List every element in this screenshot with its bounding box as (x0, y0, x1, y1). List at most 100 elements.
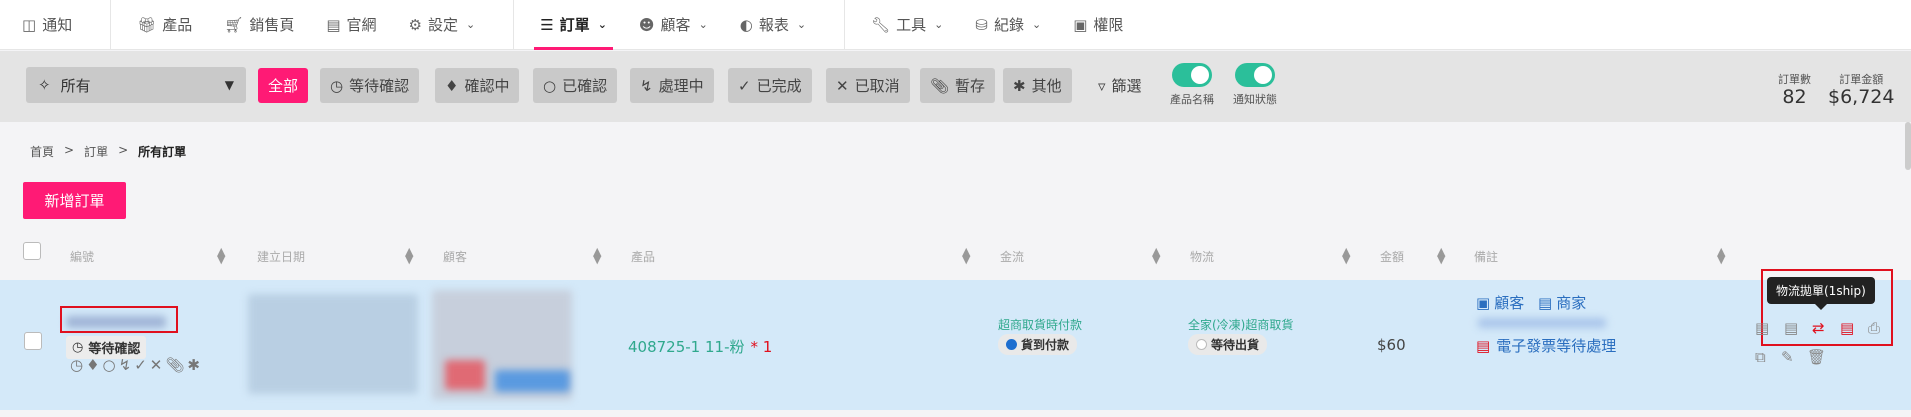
sort-icon[interactable]: ▲ ▼ (405, 246, 413, 265)
nav-item-reports[interactable]: ◐ 報表 ⌄ (724, 0, 822, 50)
note-merchant-link[interactable]: ▤ 商家 (1538, 292, 1586, 313)
product-name-toggle-group: 產品名稱 (1170, 63, 1214, 107)
circle-icon[interactable]: ○ (103, 356, 119, 374)
asterisk-icon[interactable]: ✱ (187, 356, 203, 374)
scope-value: 所有 (60, 76, 91, 95)
clipboard-icon: ▣ (1073, 15, 1088, 34)
column-header-created[interactable]: 建立日期 (257, 248, 305, 265)
invoice-status-link[interactable]: ▤ 電子發票等待處理 (1476, 335, 1616, 356)
cart-icon: 🛒︎ (224, 15, 244, 34)
row-checkbox[interactable] (24, 332, 42, 350)
bolt-icon[interactable]: ↯ (119, 356, 135, 374)
nav-item-permissions[interactable]: ▣ 權限 (1057, 0, 1139, 50)
sort-icon[interactable]: ▲ ▼ (593, 246, 601, 265)
nav-item-records[interactable]: ⛁ 紀錄 ⌄ (959, 0, 1057, 50)
filter-button-label: 等待確認 (349, 77, 410, 95)
ticket-icon[interactable]: ▤ (1840, 319, 1854, 337)
breadcrumb-orders[interactable]: 訂單 (84, 143, 108, 160)
filter-completed-button[interactable]: ✓ 已完成 (728, 68, 812, 103)
scrollbar[interactable] (1905, 122, 1911, 170)
store-icon[interactable]: ▤ (1784, 319, 1798, 337)
column-header-number[interactable]: 編號 (70, 248, 94, 265)
nav-item-notifications[interactable]: ◫ 通知 (22, 0, 88, 50)
chevron-down-icon: ⌄ (1031, 18, 1042, 31)
nav-item-sales-page[interactable]: 🛒︎ 銷售頁 (208, 0, 310, 50)
x-icon[interactable]: ✕ (150, 356, 166, 374)
store-icon[interactable]: ▤ (1755, 319, 1769, 337)
toggle-label: 通知狀態 (1233, 93, 1277, 106)
filter-confirmed-button[interactable]: ○ 已確認 (533, 68, 618, 103)
paperclip-icon: 📎︎ (930, 76, 950, 95)
add-order-button[interactable]: 新增訂單 (23, 182, 126, 219)
edit-icon[interactable]: ✎ (1781, 348, 1794, 366)
filter-all-button[interactable]: 全部 (258, 68, 309, 103)
trash-icon[interactable]: 🗑︎ (1807, 348, 1826, 366)
column-header-logistics[interactable]: 物流 (1190, 248, 1214, 265)
column-header-payment[interactable]: 金流 (1000, 248, 1024, 265)
table-row[interactable]: ◷ 等待確認 ◷♦○↯✓✕📎︎✱ 408725-1 11-粉 * 1 超商取貨時付… (0, 269, 1911, 410)
scope-select[interactable]: ✧ 所有 ▼ (26, 67, 246, 103)
copy-icon[interactable]: ⧉ (1755, 348, 1766, 366)
caret-down-icon: ▼ (224, 78, 234, 92)
sort-icon[interactable]: ▲ ▼ (962, 246, 970, 265)
nav-item-tools[interactable]: 🔧︎ 工具 ⌄ (855, 0, 959, 50)
stat-value: 82 (1782, 86, 1807, 108)
chevron-down-icon: ⌄ (796, 18, 807, 31)
filter-processing-button[interactable]: ↯ 處理中 (630, 68, 714, 103)
filter-button-label: 其他 (1031, 77, 1062, 95)
breadcrumb-separator: > (118, 143, 129, 157)
sort-icon[interactable]: ▲ ▼ (217, 246, 225, 265)
filter-button-label: 已取消 (854, 77, 900, 95)
payment-status-chip: 貨到付款 (998, 334, 1078, 355)
column-header-customer[interactable]: 顧客 (443, 248, 467, 265)
print-icon[interactable]: ⎙ (1868, 319, 1880, 337)
select-all-checkbox[interactable] (23, 242, 41, 260)
nav-group-orders: ☰ 訂單 ⌄ ☻ 顧客 ⌄ ◐ 報表 ⌄ (514, 0, 846, 50)
bell-icon[interactable]: ♦ (86, 356, 102, 374)
highlight-box (60, 306, 178, 333)
message-icon: ▤ (1538, 293, 1553, 312)
note-customer-link[interactable]: ▣ 顧客 (1476, 292, 1524, 313)
sort-icon[interactable]: ▲ ▼ (1717, 246, 1725, 265)
filter-pending-button[interactable]: ◷ 等待確認 (320, 68, 420, 103)
breadcrumb-home[interactable]: 首頁 (30, 143, 54, 160)
breadcrumb-separator: > (64, 143, 75, 157)
sort-icon[interactable]: ▲ ▼ (1342, 246, 1350, 265)
chart-icon: ◐ (739, 15, 753, 34)
column-header-amount[interactable]: 金額 (1380, 248, 1404, 265)
check-icon[interactable]: ✓ (134, 356, 150, 374)
stat-label: 訂單數 (1778, 73, 1811, 86)
bell-icon: ♦ (445, 76, 459, 95)
stat-label: 訂單金額 (1839, 73, 1884, 86)
nav-item-label: 銷售頁 (249, 16, 295, 34)
column-header-notes[interactable]: 備註 (1474, 248, 1498, 265)
product-name[interactable]: 408725-1 11-粉 (628, 338, 745, 356)
filter-other-button[interactable]: ✱ 其他 (1003, 68, 1072, 103)
status-actions[interactable]: ◷♦○↯✓✕📎︎✱ (70, 356, 203, 374)
note-merchant-label: 商家 (1556, 294, 1587, 312)
product-name-toggle[interactable] (1172, 63, 1212, 87)
check-icon: ✓ (738, 76, 751, 95)
filter-draft-button[interactable]: 📎︎ 暫存 (920, 68, 996, 103)
product-cell[interactable]: 408725-1 11-粉 * 1 (628, 336, 772, 357)
sort-icon[interactable]: ▲ ▼ (1152, 246, 1160, 265)
filter-cancelled-button[interactable]: ✕ 已取消 (826, 68, 910, 103)
scope-icon: ✧ (38, 76, 51, 94)
swap-icon[interactable]: ⇄ (1812, 319, 1825, 337)
note-customer-label: 顧客 (1494, 294, 1525, 312)
nav-item-website[interactable]: ▤ 官網 (310, 0, 392, 50)
filter-button[interactable]: ▿ 篩選 (1088, 68, 1152, 103)
paperclip-icon[interactable]: 📎︎ (165, 356, 187, 374)
sort-icon[interactable]: ▲ ▼ (1437, 246, 1445, 265)
clock-icon: ◷ (330, 76, 344, 95)
filter-confirming-button[interactable]: ♦ 確認中 (435, 68, 520, 103)
column-header-product[interactable]: 產品 (631, 248, 655, 265)
nav-item-settings[interactable]: ⚙︎ 設定 ⌄ (393, 0, 492, 50)
nav-item-customers[interactable]: ☻ 顧客 ⌄ (623, 0, 724, 50)
clock-icon[interactable]: ◷ (70, 356, 86, 374)
filter-button-label: 確認中 (464, 77, 510, 95)
nav-item-label: 官網 (346, 16, 377, 34)
nav-item-products[interactable]: 🎁︎ 產品 (121, 0, 208, 50)
notify-status-toggle[interactable] (1235, 63, 1275, 87)
nav-item-orders[interactable]: ☰ 訂單 ⌄ (524, 0, 623, 50)
